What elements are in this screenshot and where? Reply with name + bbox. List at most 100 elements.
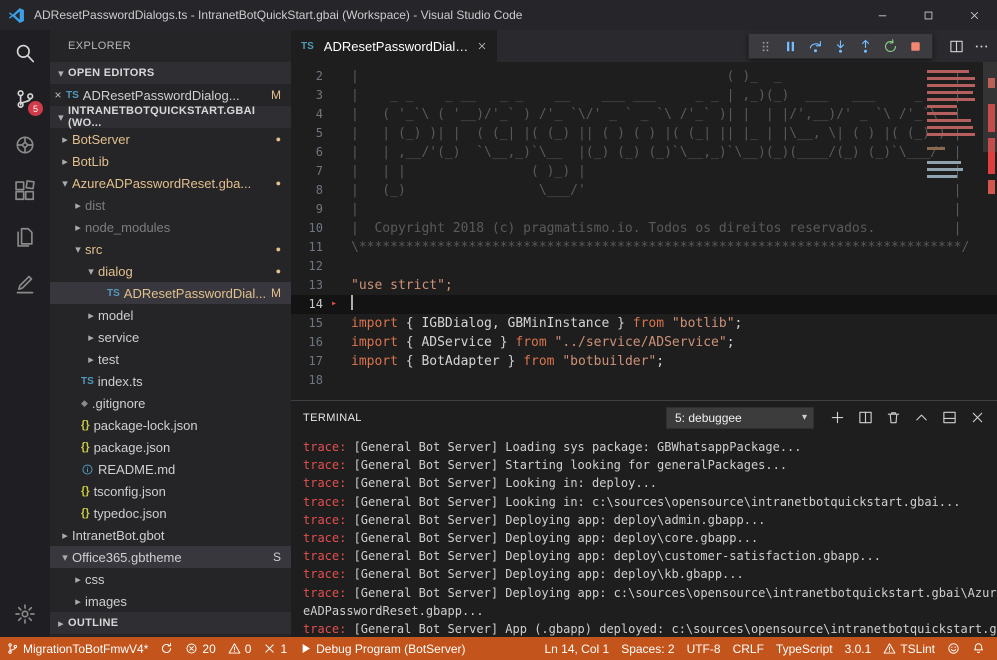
tab-adresetpassworddialogs[interactable]: TS ADResetPasswordDialogs.ts [291, 30, 497, 62]
files-icon[interactable] [0, 214, 50, 260]
x-icon [263, 642, 276, 655]
encoding[interactable]: UTF-8 [681, 637, 727, 660]
tree-folder-botlib[interactable]: ▸BotLib [50, 150, 291, 172]
tree-folder-node-modules[interactable]: ▸node_modules [50, 216, 291, 238]
line-number[interactable]: 13 [291, 276, 337, 295]
debug-config[interactable]: Debug Program (BotServer) [293, 637, 471, 660]
status-label: TypeScript [776, 642, 833, 656]
restart-icon[interactable] [878, 34, 903, 58]
line-number[interactable]: 9 [291, 200, 337, 219]
tree-file--gitignore[interactable]: ◆.gitignore [50, 392, 291, 414]
tree-folder-service[interactable]: ▸service [50, 326, 291, 348]
tree-folder-test[interactable]: ▸test [50, 348, 291, 370]
tree-folder-botserver[interactable]: ▸BotServer● [50, 128, 291, 150]
tree-folder-model[interactable]: ▸model [50, 304, 291, 326]
tree-folder-images[interactable]: ▸images [50, 590, 291, 612]
tree-file-typedoc-json[interactable]: {}typedoc.json [50, 502, 291, 524]
step-into-icon[interactable] [828, 34, 853, 58]
terminal-instance-select[interactable]: 5: debuggee ▾ [666, 407, 814, 429]
maximize-button[interactable] [905, 0, 951, 30]
split-terminal-icon[interactable] [858, 410, 873, 425]
open-editor-item[interactable]: ×TSADResetPasswordDialog...M [50, 84, 291, 106]
trash-icon[interactable] [886, 410, 901, 425]
git-branch-status[interactable]: MigrationToBotFmwV4* [0, 637, 154, 660]
warnings-count[interactable]: 0 [222, 637, 258, 660]
line-number[interactable]: 7 [291, 162, 337, 181]
tree-item-label: css [85, 572, 105, 587]
sync-status[interactable] [154, 637, 179, 660]
line-number[interactable]: 12 [291, 257, 337, 276]
line-number[interactable]: 8 [291, 181, 337, 200]
tree-folder-office365-gbtheme[interactable]: ▾Office365.gbthemeS [50, 546, 291, 568]
terminal-output[interactable]: trace: [General Bot Server] Loading sys … [291, 434, 997, 637]
ts-version[interactable]: 3.0.1 [839, 637, 878, 660]
stop-icon[interactable] [903, 34, 928, 58]
code-text: | ( '_`\ ( '__)/'_` ) /'_ `\/' _ ` _ `\ … [337, 105, 961, 124]
minimap[interactable] [923, 64, 981, 400]
line-number[interactable]: 16 [291, 333, 337, 352]
pause-icon[interactable] [778, 34, 803, 58]
extra-count[interactable]: 1 [257, 637, 293, 660]
close-button[interactable] [951, 0, 997, 30]
tree-folder-src[interactable]: ▾src● [50, 238, 291, 260]
minimize-button[interactable] [859, 0, 905, 30]
panel-icon[interactable] [942, 410, 957, 425]
badge: 5 [28, 101, 43, 116]
close-icon[interactable] [970, 410, 985, 425]
edit-icon[interactable] [0, 260, 50, 306]
tree-file-adresetpassworddial-[interactable]: TSADResetPasswordDial...M [50, 282, 291, 304]
line-number[interactable]: 10 [291, 219, 337, 238]
line-number[interactable]: 2 [291, 67, 337, 86]
debug-icon[interactable] [0, 122, 50, 168]
source-control-icon[interactable]: 5 [0, 76, 50, 122]
plus-icon[interactable] [830, 410, 845, 425]
step-over-icon[interactable] [803, 34, 828, 58]
cursor-position[interactable]: Ln 14, Col 1 [538, 637, 615, 660]
close-icon[interactable]: × [50, 88, 66, 102]
line-number[interactable]: 17 [291, 352, 337, 371]
tree-folder-dialog[interactable]: ▾dialog● [50, 260, 291, 282]
gear-icon[interactable] [0, 591, 50, 637]
feedback-smiley[interactable] [941, 637, 966, 660]
notifications-bell[interactable] [966, 637, 991, 660]
line-number[interactable]: 15 [291, 314, 337, 333]
extensions-icon[interactable] [0, 168, 50, 214]
tree-file-package-lock-json[interactable]: {}package-lock.json [50, 414, 291, 436]
language-mode[interactable]: TypeScript [770, 637, 839, 660]
tree-folder-css[interactable]: ▸css [50, 568, 291, 590]
workspace-header[interactable]: ▾ INTRANETBOTQUICKSTART.GBAI (WO... [50, 106, 291, 128]
scrollbar[interactable] [983, 62, 997, 152]
chevron-up-icon[interactable] [914, 410, 929, 425]
code-editor[interactable]: 2| ( )_ _ |3| _ _ _ __ _ _ __ ___ ___ _ … [291, 62, 997, 400]
line-number[interactable]: 18 [291, 371, 337, 390]
tree-file-index-ts[interactable]: TSindex.ts [50, 370, 291, 392]
split-editor-icon[interactable] [949, 39, 964, 54]
code-text: | _ _ _ __ _ _ __ ___ ___ _ _ | ,_)(_) _… [337, 86, 961, 105]
indentation[interactable]: Spaces: 2 [615, 637, 680, 660]
line-number[interactable]: 6 [291, 143, 337, 162]
tree-folder-intranetbot-gbot[interactable]: ▸IntranetBot.gbot [50, 524, 291, 546]
line-number[interactable]: 4 [291, 105, 337, 124]
eol[interactable]: CRLF [727, 637, 770, 660]
tree-folder-dist[interactable]: ▸dist [50, 194, 291, 216]
code-text [337, 371, 351, 390]
tree-file-readme-md[interactable]: README.md [50, 458, 291, 480]
open-editors-header[interactable]: ▾ OPEN EDITORS [50, 62, 291, 84]
outline-header[interactable]: ▸ OUTLINE [50, 612, 291, 634]
tree-file-tsconfig-json[interactable]: {}tsconfig.json [50, 480, 291, 502]
tree-folder-azureadpasswordreset-gba-[interactable]: ▾AzureADPasswordReset.gba...● [50, 172, 291, 194]
grip-icon[interactable] [753, 34, 778, 58]
code-line: 6| | ,__/'(_) `\__,_)`\__ |(_) (_) (_)`\… [291, 143, 997, 162]
tree-file-package-json[interactable]: {}package.json [50, 436, 291, 458]
errors-count[interactable]: 20 [179, 637, 221, 660]
tslint-status[interactable]: TSLint [877, 637, 941, 660]
line-number[interactable]: 11 [291, 238, 337, 257]
line-number[interactable]: 5 [291, 124, 337, 143]
terminal-tab[interactable]: TERMINAL [303, 412, 362, 424]
line-number[interactable]: 14▸ [291, 295, 337, 314]
tab-close-icon[interactable] [477, 41, 487, 51]
line-number[interactable]: 3 [291, 86, 337, 105]
step-out-icon[interactable] [853, 34, 878, 58]
ellipsis-icon[interactable] [974, 39, 989, 54]
search-icon[interactable] [0, 30, 50, 76]
